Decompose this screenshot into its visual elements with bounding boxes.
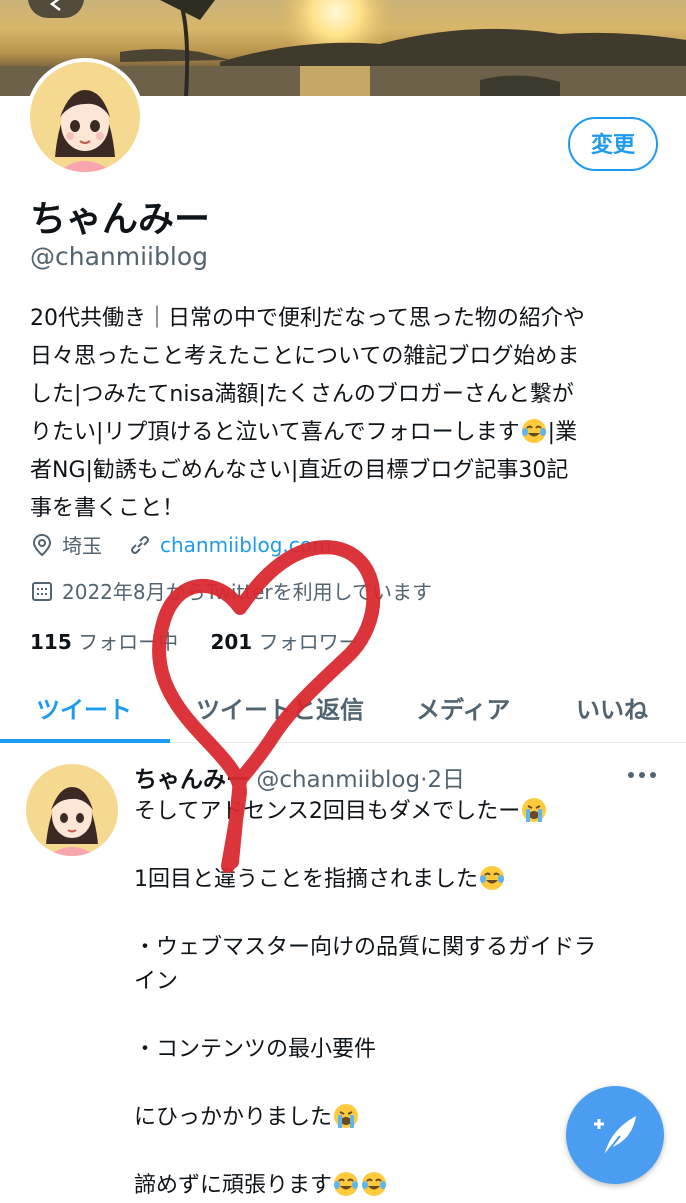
avatar-illustration xyxy=(55,90,115,172)
tweet-line-text: 諦めずに頑張ります xyxy=(134,1173,333,1198)
profile-meta-row: 埼玉 chanmiiblog.com xyxy=(30,530,331,559)
followers-label: フォロワー xyxy=(258,630,359,654)
edit-profile-button[interactable]: 変更 xyxy=(568,117,658,171)
bio-line: 日々思ったこと考えたことについての雑記ブログ始めま xyxy=(30,344,580,369)
profile-tabs: ツイート ツイートと返信 メディア いいね xyxy=(0,680,686,743)
tweet-line: ・ウェブマスター向けの品質に関するガイドラ xyxy=(134,935,597,960)
compose-tweet-button[interactable] xyxy=(566,1086,664,1184)
arrow-left-icon xyxy=(49,0,61,11)
joined-row: 2022年8月からTwitterを利用しています xyxy=(30,576,432,605)
user-handle: @chanmiiblog xyxy=(30,242,208,271)
following-label: フォロー中 xyxy=(78,630,179,654)
display-name: ちゃんみー xyxy=(30,199,211,240)
tab-media[interactable]: メディア xyxy=(416,690,510,725)
followers-link[interactable]: 201 フォロワー xyxy=(210,630,358,654)
profile-avatar[interactable] xyxy=(26,58,144,176)
bio-line-text: りたい|リプ頂けると泣いて喜んでフォローします xyxy=(30,420,520,445)
profile-bio: 20代共働き｜日常の中で便利だなって思った物の紹介や 日々思ったこと考えたことに… xyxy=(30,300,662,528)
tweet-line xyxy=(134,999,654,1033)
location-pin-icon xyxy=(32,533,52,556)
tweet-line xyxy=(134,1067,654,1101)
tweet-line: イン xyxy=(134,969,179,994)
tweet-line: ・コンテンツの最小要件 xyxy=(134,1037,377,1062)
follow-stats: 115 フォロー中 201 フォロワー xyxy=(30,626,359,655)
tears-of-joy-emoji-icon xyxy=(362,1172,387,1196)
bio-line: 者NG|勧誘もごめんなさい|直近の目標ブログ記事30記 xyxy=(30,458,569,483)
tears-of-joy-emoji-icon xyxy=(480,866,504,890)
tweet-header: ちゃんみー @chanmiiblog·2日 xyxy=(134,760,465,794)
tweet-line: 諦めずに頑張ります xyxy=(134,1169,654,1203)
tab-likes[interactable]: いいね xyxy=(576,690,648,725)
tweet-line xyxy=(134,897,654,931)
bio-line: りたい|リプ頂けると泣いて喜んでフォローします |業 xyxy=(30,414,662,452)
following-link[interactable]: 115 フォロー中 xyxy=(30,630,178,654)
active-tab-indicator xyxy=(0,739,170,743)
joined-text: 2022年8月からTwitterを利用しています xyxy=(62,580,433,604)
tab-tweets[interactable]: ツイート xyxy=(36,690,132,725)
bio-line-tail: |業 xyxy=(547,420,578,445)
tweet-time[interactable]: ·2日 xyxy=(420,767,465,793)
avatar-illustration xyxy=(46,787,98,856)
bio-line: 事を書くこと！ xyxy=(30,496,185,521)
followers-count: 201 xyxy=(210,630,253,654)
tab-tweets-and-replies[interactable]: ツイートと返信 xyxy=(196,690,364,725)
tweet-author[interactable]: ちゃんみー xyxy=(134,767,249,793)
tweet-avatar[interactable] xyxy=(26,764,118,856)
crying-face-emoji-icon xyxy=(334,1104,359,1128)
tweet-handle: @chanmiiblog xyxy=(256,767,421,793)
location-text: 埼玉 xyxy=(62,534,102,558)
tweet-line-text: にひっかかりました xyxy=(134,1105,333,1130)
crying-face-emoji-icon xyxy=(522,798,547,822)
calendar-icon xyxy=(32,581,52,601)
bio-line: した|つみたてnisa満額|たくさんのブロガーさんと繋が xyxy=(30,382,574,407)
tears-of-joy-emoji-icon xyxy=(334,1172,359,1196)
tweet-line: 1回目と違うことを指摘されました xyxy=(134,863,654,897)
compose-tweet-icon xyxy=(594,1116,636,1157)
tweet-line-text: 1回目と違うことを指摘されました xyxy=(134,867,478,892)
tears-of-joy-emoji-icon xyxy=(521,419,546,443)
tweet-line: そしてアドセンス2回目もダメでしたー xyxy=(134,795,654,829)
more-dots-icon[interactable] xyxy=(626,770,658,780)
tweet-line-text: そしてアドセンス2回目もダメでしたー xyxy=(134,799,521,824)
link-icon xyxy=(131,535,149,554)
following-count: 115 xyxy=(30,630,72,654)
tweet-line xyxy=(134,829,654,863)
bio-line: 20代共働き｜日常の中で便利だなって思った物の紹介や xyxy=(30,306,585,331)
website-link[interactable]: chanmiiblog.com xyxy=(160,533,331,557)
